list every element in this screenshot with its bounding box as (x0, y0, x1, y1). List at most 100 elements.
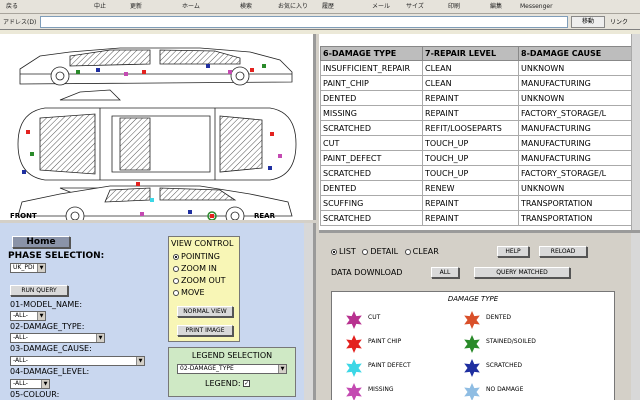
legend-item-label: SCRATCHED (486, 362, 522, 369)
legend-label: LEGEND: (205, 379, 241, 388)
table-cell: INSUFFICIENT_REPAIR (320, 60, 423, 76)
query-matched-button[interactable]: QUERY MATCHED (474, 267, 570, 278)
run-query-button[interactable]: RUN QUERY (10, 285, 68, 296)
control-scrollbar[interactable] (304, 223, 313, 400)
car-diagram-panel[interactable]: FRONT REAR (0, 34, 316, 220)
radio-zoom-out[interactable]: ZOOM OUT (173, 276, 226, 285)
legend-checkbox[interactable]: ✓ (243, 380, 251, 387)
radio-zoom-in[interactable]: ZOOM IN (173, 264, 217, 273)
damage-table: 6-DAMAGE TYPE 7-REPAIR LEVEL 8-DAMAGE CAUS… (320, 46, 633, 226)
toolbar-button[interactable]: 戻る (6, 1, 18, 13)
toolbar-button[interactable]: 印刷 (448, 1, 460, 13)
table-row[interactable]: SCRATCHED REPAINT TRANSPORTATION (320, 210, 633, 226)
radio-detail[interactable]: DETAIL (362, 247, 398, 256)
table-row[interactable]: DENTED REPAINT UNKNOWN (320, 90, 633, 106)
legend-title: DAMAGE TYPE (447, 295, 499, 303)
results-scrollbar[interactable] (631, 233, 640, 400)
table-cell: REPAINT (422, 210, 519, 226)
colour-label: 05-COLOUR: (10, 390, 60, 399)
print-image-button[interactable]: PRINT IMAGE (177, 325, 233, 336)
table-row[interactable]: SCRATCHED TOUCH_UP FACTORY_STORAGE/L (320, 165, 633, 181)
table-cell: REPAINT (422, 90, 519, 106)
column-header[interactable]: 8-DAMAGE CAUSE (518, 46, 633, 61)
legend-item-label: CUT (368, 314, 381, 321)
car-plan-view (17, 89, 297, 199)
table-cell: MANUFACTURING (518, 75, 633, 91)
table-cell: RENEW (422, 180, 519, 196)
table-row[interactable]: DENTED RENEW UNKNOWN (320, 180, 633, 196)
legend-item-label: STAINED/SOILED (486, 338, 536, 345)
phase-selection-label: PHASE SELECTION: (8, 251, 105, 261)
normal-view-button[interactable]: NORMAL VIEW (177, 306, 233, 317)
legend-selection-box: LEGEND SELECTION 02-DAMAGE_TYPE ▼ LEGEND… (168, 347, 296, 397)
table-row[interactable]: PAINT_CHIP CLEAN MANUFACTURING (320, 75, 633, 91)
table-row[interactable]: MISSING REPAINT FACTORY_STORAGE/L (320, 105, 633, 121)
legend-item-label: PAINT DEFECT (368, 362, 411, 369)
help-button[interactable]: HELP (497, 246, 529, 257)
chevron-down-icon: ▼ (278, 365, 286, 373)
toolbar-button[interactable]: お気に入り (278, 1, 308, 13)
damage-level-select-value: -ALL- (13, 380, 28, 387)
reload-button[interactable]: RELOAD (539, 246, 587, 257)
table-cell: PAINT_DEFECT (320, 150, 423, 166)
legend-select[interactable]: 02-DAMAGE_TYPE ▼ (177, 364, 287, 374)
table-cell: DENTED (320, 90, 423, 106)
view-control-box: VIEW CONTROL POINTING ZOOM IN ZOOM OUT M… (168, 236, 240, 342)
table-cell: SCRATCHED (320, 165, 423, 181)
control-panel: Home PHASE SELECTION: UK_PDI ▼ RUN QUERY… (0, 223, 316, 400)
model-select[interactable]: -ALL- ▼ (10, 311, 46, 321)
model-name-label: 01-MODEL_NAME: (10, 300, 83, 309)
table-cell: MANUFACTURING (518, 120, 633, 136)
table-cell: TOUCH_UP (422, 135, 519, 151)
column-header[interactable]: 6-DAMAGE TYPE (320, 46, 423, 61)
damage-cause-select[interactable]: -ALL- ▼ (10, 356, 145, 366)
address-input[interactable] (40, 16, 568, 28)
table-scrollbar[interactable] (631, 34, 640, 230)
damage-type-select[interactable]: -ALL- ▼ (10, 333, 105, 343)
table-cell: CLEAN (422, 75, 519, 91)
table-row[interactable]: PAINT_DEFECT TOUCH_UP MANUFACTURING (320, 150, 633, 166)
toolbar-button[interactable]: 検索 (240, 1, 252, 13)
results-options-panel: LIST DETAIL CLEAR HELP RELOAD DATA DOWNL… (319, 230, 640, 400)
car-side-view-bottom (17, 185, 293, 220)
go-button[interactable]: 移動 (571, 16, 605, 28)
damage-cause-label: 03-DAMAGE_CAUSE: (10, 344, 92, 353)
toolbar-button[interactable]: 履歴 (322, 1, 334, 13)
damage-type-legend: DAMAGE TYPE CUT DENTED PAINT CHIP STAINED/S… (331, 291, 615, 400)
column-header[interactable]: 7-REPAIR LEVEL (422, 46, 519, 61)
browser-toolbar: 戻る 中止 更新 ホーム 検索 お気に入り 履歴 メール サイズ 印刷 編集 Messenger (0, 0, 640, 14)
car-diagram[interactable] (0, 34, 316, 220)
chevron-down-icon: ▼ (37, 312, 45, 320)
legend-item-label: MISSING (368, 386, 394, 393)
phase-select[interactable]: UK_PDI ▼ (10, 263, 46, 273)
damage-level-label: 04-DAMAGE_LEVEL: (10, 367, 90, 376)
radio-pointing[interactable]: POINTING (173, 252, 220, 261)
damage-level-select[interactable]: -ALL- ▼ (10, 379, 50, 389)
radio-icon (173, 289, 179, 296)
legend-checkbox-row[interactable]: LEGEND: ✓ (205, 379, 251, 388)
star-icon (346, 311, 362, 329)
toolbar-button[interactable]: 中止 (94, 1, 106, 13)
table-cell: UNKNOWN (518, 90, 633, 106)
toolbar-button[interactable]: 更新 (130, 1, 142, 13)
data-download-label: DATA DOWNLOAD (331, 268, 403, 277)
radio-list[interactable]: LIST (331, 247, 356, 256)
legend-item-label: NO DAMAGE (486, 386, 524, 393)
download-all-button[interactable]: ALL (431, 267, 459, 278)
radio-clear[interactable]: CLEAR (404, 247, 439, 256)
toolbar-button[interactable]: ホーム (182, 1, 200, 13)
toolbar-button[interactable]: 編集 (490, 1, 502, 13)
toolbar-button[interactable]: サイズ (406, 1, 424, 13)
toolbar-button[interactable]: メール (372, 1, 390, 13)
toolbar-button[interactable]: Messenger (520, 1, 553, 13)
table-row[interactable]: INSUFFICIENT_REPAIR CLEAN UNKNOWN (320, 60, 633, 76)
radio-zoom-out-label: ZOOM OUT (181, 276, 226, 285)
radio-move[interactable]: MOVE (173, 288, 205, 297)
table-row[interactable]: SCUFFING REPAINT TRANSPORTATION (320, 195, 633, 211)
table-row[interactable]: CUT TOUCH_UP MANUFACTURING (320, 135, 633, 151)
links-label[interactable]: リンク (610, 17, 628, 26)
home-button[interactable]: Home (12, 236, 70, 248)
table-row[interactable]: SCRATCHED REFIT/LOOSEPARTS MANUFACTURING (320, 120, 633, 136)
radio-zoom-in-label: ZOOM IN (181, 264, 217, 273)
table-cell: MANUFACTURING (518, 135, 633, 151)
